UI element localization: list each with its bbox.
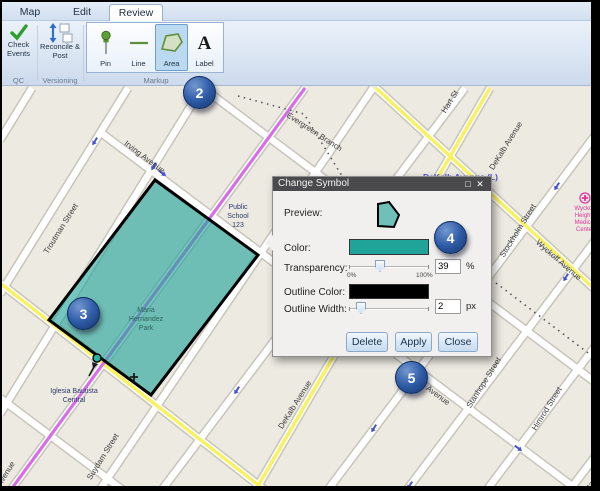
group-markup: Pin Line Area A Label [84, 21, 228, 86]
window-border-left [0, 0, 2, 491]
callout-badge-3: 3 [67, 297, 100, 330]
markup-tool-box: Pin Line Area A Label [86, 22, 224, 73]
pin-icon [100, 29, 112, 57]
pin-label: Pin [100, 59, 111, 68]
transparency-label: Transparency: [284, 263, 348, 274]
outline-color-swatch[interactable] [349, 284, 429, 299]
ribbon: Map Edit Review Check Events QC [0, 0, 600, 86]
area-icon [160, 29, 184, 57]
reconcile-post-label: Reconcile & Post [39, 43, 81, 60]
vertex-handle-dot[interactable] [93, 354, 101, 362]
change-symbol-dialog: Change Symbol □ ✕ Preview: Color: Transp… [272, 176, 492, 357]
tab-map[interactable]: Map [8, 4, 52, 21]
label-label: Label [195, 59, 213, 68]
area-tool-button[interactable]: Area [155, 24, 188, 71]
group-label-qc: QC [0, 76, 37, 85]
outline-width-slider-thumb[interactable] [356, 302, 366, 314]
svg-text:Hernandez: Hernandez [129, 316, 164, 323]
label-tool-button[interactable]: A Label [188, 24, 221, 71]
callout-badge-2: 2 [183, 76, 216, 109]
outline-color-label: Outline Color: [284, 287, 345, 298]
check-events-label: Check Events [2, 41, 36, 58]
label-icon: A [198, 29, 212, 57]
group-qc: Check Events QC [0, 21, 37, 86]
transparency-slider-thumb[interactable] [375, 260, 385, 272]
window-border-bottom [0, 486, 600, 491]
window-border-top [0, 0, 600, 2]
svg-text:School: School [227, 213, 249, 220]
reconcile-post-icon [47, 23, 73, 43]
tab-review[interactable]: Review [109, 4, 163, 21]
scale-min-label: 0% [347, 272, 356, 279]
tab-edit[interactable]: Edit [60, 4, 104, 21]
svg-text:Iglesia Bautista: Iglesia Bautista [50, 388, 98, 395]
dialog-anchor-notch [265, 235, 273, 251]
transparency-unit: % [466, 261, 474, 272]
maximize-icon[interactable]: □ [462, 177, 474, 191]
line-label: Line [131, 59, 145, 68]
line-tool-button[interactable]: Line [122, 24, 155, 71]
line-icon [129, 29, 149, 57]
preview-label: Preview: [284, 208, 322, 219]
pin-tool-button[interactable]: Pin [89, 24, 122, 71]
window-border-right [591, 0, 600, 491]
reconcile-post-button[interactable]: Reconcile & Post [39, 23, 81, 60]
outline-width-unit: px [466, 301, 476, 312]
color-label: Color: [284, 243, 311, 254]
transparency-value-input[interactable] [435, 259, 461, 274]
symbol-preview [376, 200, 402, 230]
svg-text:123: 123 [232, 222, 244, 229]
outline-width-value-input[interactable] [435, 299, 461, 314]
callout-badge-5: 5 [395, 361, 428, 394]
svg-text:Maria: Maria [137, 307, 155, 314]
color-swatch[interactable] [349, 239, 429, 255]
check-icon [9, 23, 29, 41]
svg-text:Park: Park [139, 325, 154, 332]
check-events-button[interactable]: Check Events [1, 23, 36, 58]
area-label: Area [164, 59, 180, 68]
group-versioning: Reconcile & Post Versioning [37, 21, 83, 86]
apply-button[interactable]: Apply [395, 332, 432, 352]
ribbon-body: Check Events QC Reconcile & Post Versi [0, 21, 600, 86]
group-label-versioning: Versioning [37, 76, 83, 85]
svg-text:Central: Central [63, 397, 86, 404]
close-icon[interactable]: ✕ [474, 177, 486, 191]
scale-max-label: 100% [416, 272, 433, 279]
delete-button[interactable]: Delete [346, 332, 388, 352]
close-button[interactable]: Close [438, 332, 478, 352]
svg-text:Public: Public [228, 204, 248, 211]
outline-width-label: Outline Width: [284, 304, 347, 315]
dialog-title: Change Symbol [278, 177, 462, 191]
ribbon-tab-row: Map Edit Review [0, 2, 600, 21]
dialog-title-bar[interactable]: Change Symbol □ ✕ [273, 177, 491, 191]
callout-badge-4: 4 [434, 221, 467, 254]
transparency-slider-track[interactable] [349, 266, 429, 268]
